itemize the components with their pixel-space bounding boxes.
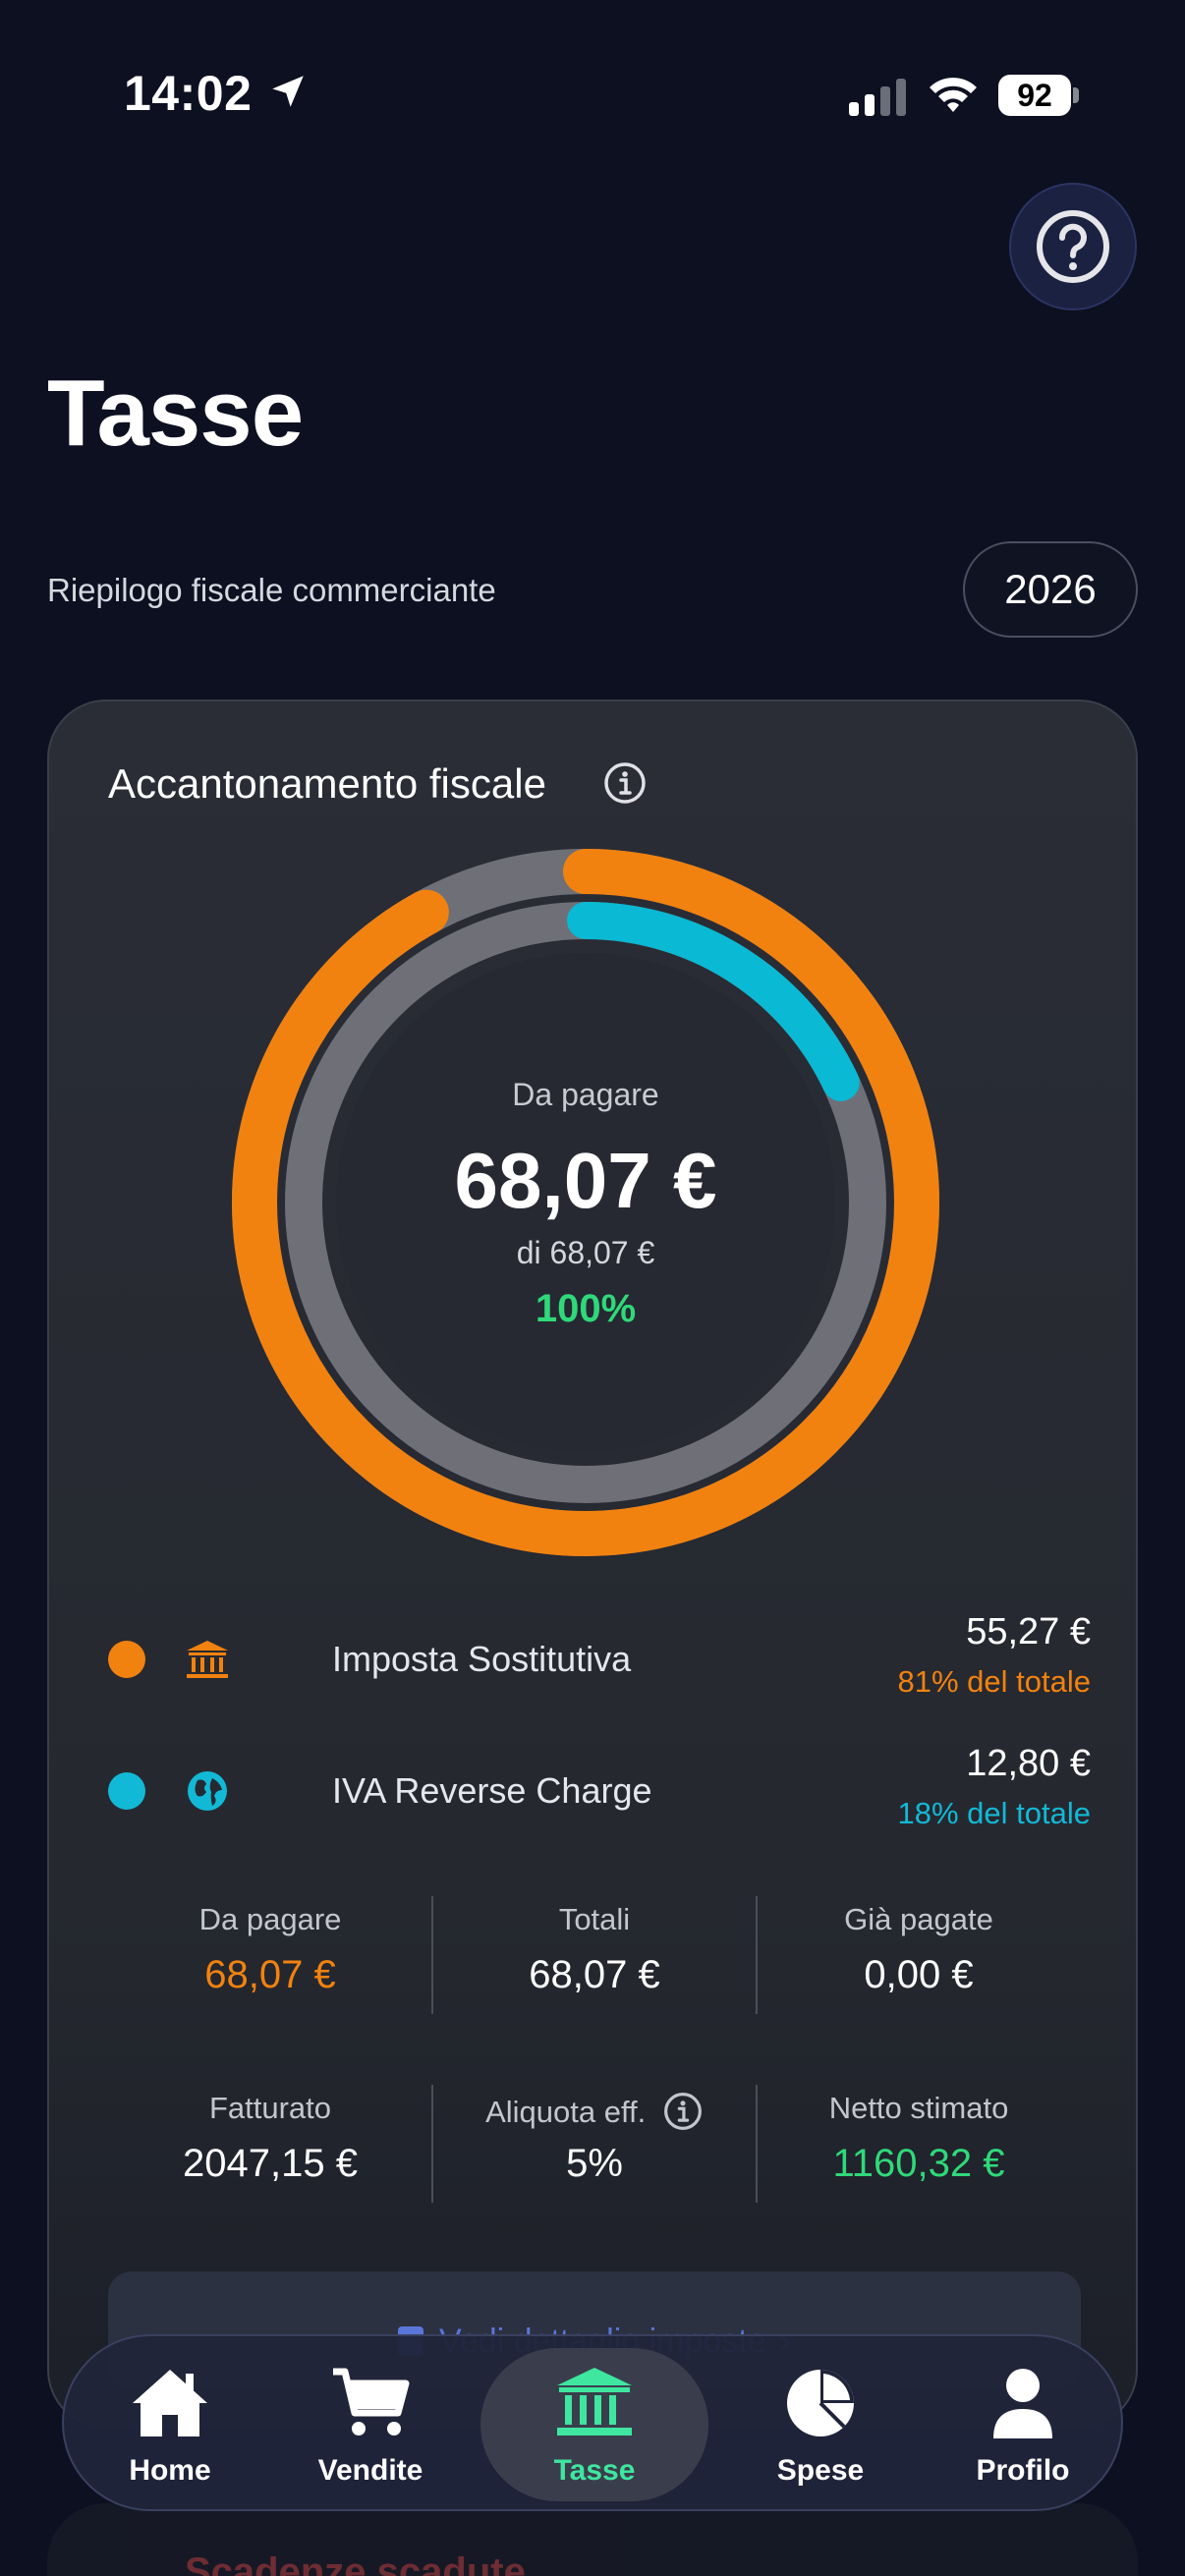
question-mark-icon <box>1037 210 1109 283</box>
legend-dot <box>108 1772 145 1810</box>
tab-label: Home <box>129 2454 211 2487</box>
tab-label: Vendite <box>317 2454 423 2487</box>
page-title: Tasse <box>47 361 304 466</box>
legend-item-imposta[interactable]: Imposta Sostitutiva 55,27 € 81% del tota… <box>108 1605 1091 1704</box>
legend-share: 81% del totale <box>897 1664 1091 1699</box>
page-subtitle: Riepilogo fiscale commerciante <box>47 572 496 608</box>
overdue-deadlines-card: Scadenze scadute <box>47 2503 1138 2576</box>
stat-netto-stimato: Netto stimato 1160,32 € <box>757 2085 1081 2203</box>
donut-of-total: di 68,07 € <box>516 1235 655 1270</box>
globe-icon <box>188 1771 227 1811</box>
overdue-title: Scadenze scadute <box>185 2550 526 2576</box>
legend-label: IVA Reverse Charge <box>332 1770 652 1811</box>
cart-icon <box>333 2368 410 2436</box>
donut-percent: 100% <box>535 1287 637 1330</box>
help-button[interactable] <box>1009 183 1137 310</box>
stat-label: Da pagare <box>198 1902 342 1936</box>
cellular-signal-icon <box>849 79 906 116</box>
stat-gia-pagate: Già pagate 0,00 € <box>757 1896 1081 2014</box>
stat-value: 68,07 € <box>204 1953 336 1996</box>
stat-da-pagare: Da pagare 68,07 € <box>108 1896 432 2014</box>
info-icon[interactable] <box>662 2091 704 2132</box>
person-icon <box>993 2369 1052 2438</box>
tab-label: Spese <box>776 2454 865 2487</box>
legend-label: Imposta Sostitutiva <box>332 1639 632 1679</box>
tab-vendite[interactable]: Vendite <box>272 2348 469 2501</box>
donut-center: Da pagare 68,07 € di 68,07 € 100% <box>232 849 939 1556</box>
home-icon <box>133 2370 207 2436</box>
tab-profilo[interactable]: Profilo <box>925 2348 1121 2501</box>
stat-label: Totali <box>558 1902 631 1936</box>
stat-label-text: Aliquota eff. <box>485 2095 647 2129</box>
stat-fatturato: Fatturato 2047,15 € <box>108 2085 432 2203</box>
stats-row-revenue: Fatturato 2047,15 € Aliquota eff. 5% Net… <box>108 2085 1081 2203</box>
donut-label: Da pagare <box>512 1077 659 1112</box>
stat-label: Netto stimato <box>828 2091 1009 2125</box>
stat-label: Aliquota eff. <box>432 2091 757 2132</box>
tab-label: Tasse <box>553 2454 636 2487</box>
stat-totali: Totali 68,07 € <box>432 1896 757 2014</box>
pie-chart-icon <box>787 2370 854 2436</box>
bank-icon <box>557 2368 632 2436</box>
stat-aliquota: Aliquota eff. 5% <box>432 2085 757 2203</box>
location-arrow-icon <box>272 76 304 107</box>
legend-amount: 12,80 € <box>966 1743 1091 1784</box>
status-bar: 14:02 92 <box>0 0 1185 147</box>
wifi-icon <box>930 78 977 112</box>
stat-value: 5% <box>566 2142 623 2185</box>
stat-value: 68,07 € <box>529 1953 660 1996</box>
tax-provision-card: Accantonamento fiscale Da pagare 68,07 €… <box>47 700 1138 2429</box>
bottom-tab-bar: Home Vendite Tasse Spese Profilo <box>62 2334 1123 2511</box>
stat-label: Già pagate <box>844 1902 993 1936</box>
info-icon[interactable] <box>602 760 648 806</box>
battery-level: 92 <box>998 75 1071 116</box>
year-selector[interactable]: 2026 <box>963 541 1138 638</box>
status-time: 14:02 <box>124 66 253 121</box>
legend-item-iva[interactable]: IVA Reverse Charge 12,80 € 18% del total… <box>108 1737 1091 1835</box>
tab-spese[interactable]: Spese <box>722 2348 919 2501</box>
tab-home[interactable]: Home <box>72 2348 268 2501</box>
tab-tasse[interactable]: Tasse <box>480 2348 708 2501</box>
legend-share: 18% del totale <box>897 1796 1091 1830</box>
tab-label: Profilo <box>976 2454 1070 2487</box>
legend-dot <box>108 1641 145 1678</box>
bank-icon <box>187 1641 228 1678</box>
battery-icon: 92 <box>998 75 1079 116</box>
stat-label: Fatturato <box>208 2091 332 2125</box>
stat-value: 2047,15 € <box>183 2142 358 2185</box>
stats-row-payments: Da pagare 68,07 € Totali 68,07 € Già pag… <box>108 1896 1081 2014</box>
donut-amount: 68,07 € <box>454 1137 717 1224</box>
stat-value: 1160,32 € <box>832 2142 1005 2185</box>
legend-amount: 55,27 € <box>966 1611 1091 1652</box>
card-title: Accantonamento fiscale <box>108 760 546 807</box>
stat-value: 0,00 € <box>864 1953 974 1996</box>
